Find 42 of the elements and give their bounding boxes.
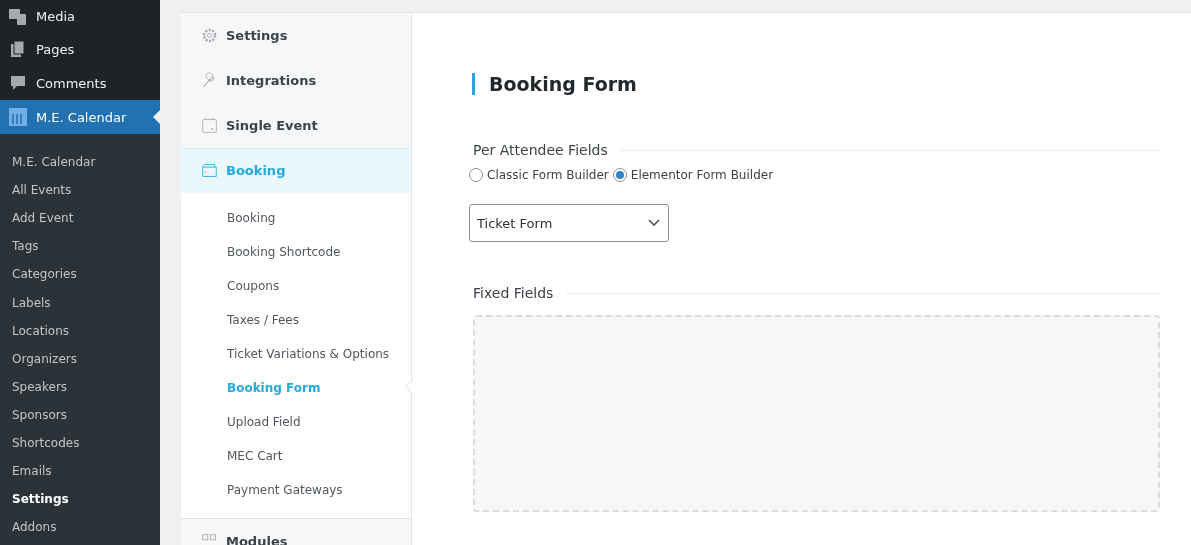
submenu-item[interactable]: Sponsors — [0, 400, 160, 429]
admin-menu-item[interactable]: Pages — [0, 32, 160, 66]
submenu-item[interactable]: Locations — [0, 316, 160, 345]
submenu-item[interactable]: Tags — [0, 232, 160, 261]
settings-nav-item[interactable]: Integrations — [181, 58, 411, 103]
submenu-item[interactable]: All Events — [0, 176, 160, 205]
settings-subnav-item[interactable]: MEC Cart — [181, 439, 411, 473]
settings-subnav-item[interactable]: Upload Field — [181, 405, 411, 439]
calendar-icon — [201, 116, 218, 134]
settings-subnav-item[interactable]: Taxes / Fees — [181, 303, 411, 337]
submenu-item[interactable]: Addons — [0, 513, 160, 542]
submenu-item[interactable]: Emails — [0, 457, 160, 486]
chevron-down-icon — [648, 219, 660, 227]
gear-icon — [201, 26, 218, 44]
submenu-item[interactable]: Labels — [0, 288, 160, 317]
calendar-icon — [8, 107, 28, 127]
wallet-icon — [201, 162, 218, 179]
radio-option[interactable]: Classic Form Builder — [469, 168, 609, 182]
page-title: Booking Form — [472, 73, 1160, 95]
submenu-item[interactable]: Categories — [0, 260, 160, 289]
settings-subnav-item[interactable]: Booking Shortcode — [181, 235, 411, 269]
settings-nav-item[interactable]: Modules — [181, 519, 411, 545]
section-heading: Per Attendee Fields — [473, 142, 608, 158]
radio-option[interactable]: Elementor Form Builder — [612, 168, 774, 182]
submenu-item[interactable]: Speakers — [0, 372, 160, 401]
settings-subnav-item[interactable]: Coupons — [181, 269, 411, 303]
admin-menu-item[interactable]: Comments — [0, 66, 160, 100]
admin-menu-item[interactable]: M.E. Calendar — [0, 100, 160, 134]
comment-icon — [8, 73, 28, 93]
settings-subnav-item[interactable]: Payment Gateways — [181, 473, 411, 507]
section-heading: Fixed Fields — [473, 285, 554, 301]
submenu-item[interactable]: Settings — [0, 485, 160, 514]
settings-nav-item[interactable]: Settings — [181, 13, 411, 58]
settings-subnav-item[interactable]: Ticket Variations & Options — [181, 337, 411, 371]
form-select[interactable]: Ticket Form — [469, 204, 669, 242]
submenu-item[interactable]: Shortcodes — [0, 428, 160, 458]
submenu-item[interactable]: Add Event — [0, 204, 160, 233]
admin-menu-item[interactable]: Media — [0, 0, 160, 32]
submenu-item[interactable]: M.E. Calendar — [0, 148, 160, 177]
settings-nav-item[interactable]: Single Event — [181, 103, 411, 148]
settings-subnav-item[interactable]: Booking — [181, 201, 411, 235]
submenu-item[interactable]: Organizers — [0, 344, 160, 373]
